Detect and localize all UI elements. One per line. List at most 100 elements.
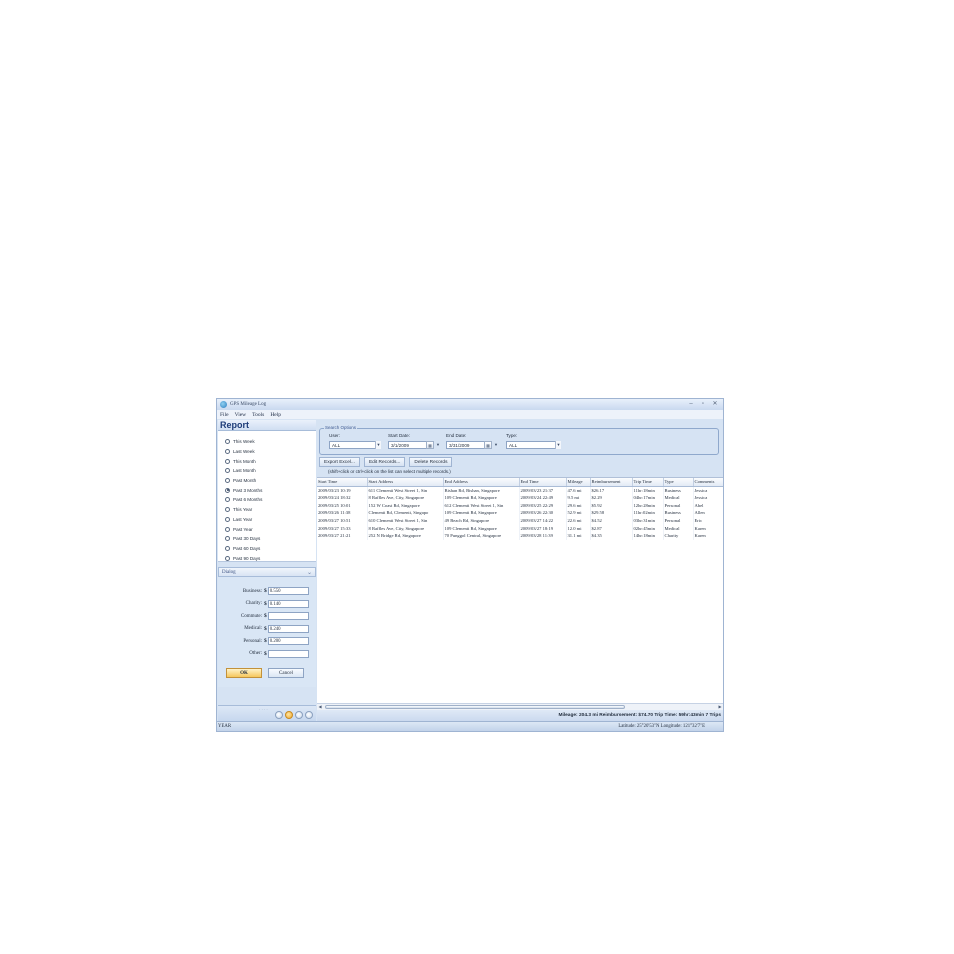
menu-view[interactable]: View: [235, 412, 247, 418]
calendar-icon[interactable]: ▦: [426, 441, 434, 449]
column-header[interactable]: End Address: [443, 478, 520, 487]
table-row[interactable]: 2009/03/25 10:01 152 W Coast Rd, Singapor…: [317, 501, 723, 510]
cancel-button[interactable]: Cancel: [268, 668, 304, 678]
column-header[interactable]: Mileage: [566, 478, 591, 487]
report-options: This Week Last Week This Month Last Mont…: [218, 431, 316, 562]
currency-symbol: $: [264, 600, 267, 607]
splitter-grip[interactable]: · · · ·: [259, 707, 268, 712]
table-cell: 47.6 mi: [566, 486, 591, 494]
delete-records-button[interactable]: Delete Records: [409, 457, 453, 467]
close-icon[interactable]: ✕: [711, 400, 719, 408]
rates-nav-icon[interactable]: [285, 711, 293, 719]
radio-icon[interactable]: [225, 545, 230, 551]
table-cell: 11hr:02min: [632, 509, 664, 517]
maximize-icon[interactable]: ▫: [699, 400, 707, 408]
column-header[interactable]: Trip Time: [632, 478, 664, 487]
radio-icon[interactable]: [225, 449, 230, 455]
table-row[interactable]: 2009/03/24 18:32 8 Raffles Ave, City, Sin…: [317, 493, 723, 502]
column-header[interactable]: Start Time: [317, 478, 368, 487]
currency-symbol: $: [264, 650, 267, 657]
chevron-down-icon[interactable]: ▼: [493, 441, 499, 449]
report-option[interactable]: Past 6 Months: [218, 495, 316, 505]
radio-icon[interactable]: [225, 439, 230, 445]
rate-label: Personal:: [243, 638, 262, 644]
report-option[interactable]: This Month: [218, 456, 316, 466]
medical-rate-input[interactable]: 0.240: [267, 624, 309, 633]
minimize-icon[interactable]: –: [687, 400, 695, 408]
column-header[interactable]: Reimbursement: [590, 478, 633, 487]
column-header[interactable]: Start Address: [367, 478, 444, 487]
search-options-legend: Search Options: [324, 425, 358, 430]
charity-rate-input[interactable]: 0.140: [267, 599, 309, 608]
table-cell: 252 N Bridge Rd, Singapore: [367, 532, 444, 540]
ok-button[interactable]: OK: [226, 668, 262, 678]
edit-records-button[interactable]: Edit Records...: [363, 457, 406, 467]
table-row[interactable]: 2009/03/27 15:33 8 Raffles Ave, City, Sin…: [317, 524, 723, 533]
report-option[interactable]: Past 30 Days: [218, 534, 316, 544]
rate-label: Commute:: [240, 613, 262, 619]
column-header[interactable]: Type: [663, 478, 694, 487]
report-option[interactable]: Last Year: [218, 515, 316, 525]
chevron-down-icon[interactable]: ▼: [435, 441, 441, 449]
report-option[interactable]: Past 3 Months: [218, 485, 316, 495]
report-option[interactable]: Last Month: [218, 466, 316, 476]
personal-rate-input[interactable]: 0.200: [267, 637, 309, 646]
business-rate-input[interactable]: 0.550: [267, 587, 309, 596]
report-option[interactable]: Past Year: [218, 524, 316, 534]
table-cell: 2009/03/25 10:01: [317, 501, 368, 510]
users-nav-icon[interactable]: [295, 711, 303, 719]
table-cell: 2009/03/27 15:33: [317, 524, 368, 533]
type-select[interactable]: ALL: [506, 441, 561, 449]
table-cell: 9.5 mi: [566, 493, 591, 502]
table-cell: Business: [663, 486, 694, 494]
table-row[interactable]: 2009/03/26 11:38 Clementi Rd, Clementi, S…: [317, 509, 723, 517]
report-option[interactable]: This Week: [218, 437, 316, 447]
report-nav-icon[interactable]: [275, 711, 283, 719]
user-select[interactable]: ALL: [329, 441, 381, 449]
table-cell: 109 Clementi Rd, Singapore: [443, 509, 520, 517]
column-header[interactable]: End Time: [519, 478, 567, 487]
table-row[interactable]: 2009/03/27 21:21 252 N Bridge Rd, Singapo…: [317, 532, 723, 540]
export-excel-button[interactable]: Export Excel...: [319, 457, 360, 467]
table-row[interactable]: 2009/03/23 10:19 611 Clementi West Street…: [317, 486, 723, 494]
report-option[interactable]: Last Week: [218, 447, 316, 457]
chevron-down-icon[interactable]: ⌄: [307, 569, 312, 576]
commute-rate-input[interactable]: [267, 612, 309, 621]
rate-row-charity: Charity: $0.140: [218, 598, 316, 611]
other-rate-input[interactable]: [267, 649, 309, 658]
radio-selected-icon[interactable]: [225, 487, 230, 493]
calendar-icon[interactable]: ▦: [484, 441, 492, 449]
table-cell: 2009/03/23 10:19: [317, 486, 368, 494]
menu-help[interactable]: Help: [270, 412, 281, 418]
table-row[interactable]: 2009/03/27 10:51 610 Clementi West Street…: [317, 516, 723, 525]
table-cell: Clementi Rd, Clementi, Singapo: [367, 509, 444, 517]
report-option[interactable]: Past 60 Days: [218, 544, 316, 554]
report-option[interactable]: Past Month: [218, 476, 316, 486]
table-cell: 04hr:17min: [632, 493, 664, 502]
window-title: GPS Mileage Log: [230, 402, 267, 407]
radio-icon[interactable]: [225, 458, 230, 464]
report-option[interactable]: Past 90 Days: [218, 553, 316, 563]
radio-icon[interactable]: [225, 497, 230, 503]
report-option[interactable]: This Year: [218, 505, 316, 515]
radio-icon[interactable]: [225, 536, 230, 542]
radio-icon[interactable]: [225, 526, 230, 532]
chevron-down-icon[interactable]: ▼: [375, 441, 381, 449]
horizontal-scrollbar[interactable]: ◀ ▶: [317, 703, 723, 710]
rates-panel-header[interactable]: Dialog ⌄: [218, 567, 316, 577]
radio-icon[interactable]: [225, 507, 230, 513]
radio-icon[interactable]: [225, 516, 230, 522]
radio-icon[interactable]: [225, 468, 230, 474]
radio-icon[interactable]: [225, 478, 230, 484]
scrollbar-thumb[interactable]: [325, 705, 625, 709]
settings-nav-icon[interactable]: [305, 711, 313, 719]
chevron-down-icon[interactable]: ▼: [555, 441, 561, 449]
table-cell: 610 Clementi West Street 1, Sin: [367, 516, 444, 525]
selection-hint: (shift+click or ctrl+click on the list c…: [328, 469, 451, 474]
report-option-label: Last Year: [233, 516, 253, 522]
user-label: User:: [329, 433, 340, 438]
column-header[interactable]: Comments: [693, 478, 723, 487]
radio-icon[interactable]: [225, 555, 230, 561]
menu-file[interactable]: File: [220, 412, 229, 418]
menu-tools[interactable]: Tools: [252, 412, 264, 418]
